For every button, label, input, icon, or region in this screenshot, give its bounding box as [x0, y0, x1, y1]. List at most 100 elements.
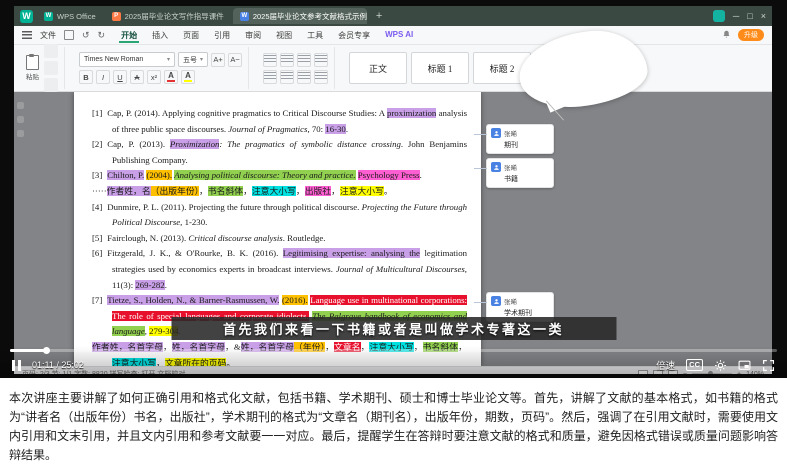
fullscreen-icon[interactable]: [762, 359, 775, 372]
style-标题1[interactable]: 标题 1: [411, 52, 469, 84]
window-tabs: W WPS Office P 2025届毕业论文写作指导课件 W2025届毕业论文参考文…: [37, 6, 367, 26]
numbering-icon[interactable]: [280, 53, 294, 67]
ribbon-tab-页面[interactable]: 页面: [181, 28, 201, 43]
save-icon[interactable]: [64, 30, 74, 40]
speed-button[interactable]: 倍速: [656, 358, 675, 372]
subtitle-overlay: 首先我们来看一下书籍或者是叫做学术专著这一类: [171, 317, 616, 340]
hamburger-icon[interactable]: [22, 31, 32, 39]
outdent-icon[interactable]: [314, 53, 328, 67]
wps-titlebar: W W WPS Office P 2025届毕业论文写作指导课件 W2025届毕业论文参…: [14, 6, 772, 26]
canvas-left-tools[interactable]: [17, 102, 24, 137]
close-button[interactable]: ×: [761, 11, 766, 21]
reference-number: [2]: [92, 139, 107, 149]
reference-item: [5]Fairclough, N. (2013). Critical disco…: [92, 231, 467, 247]
font-color-icon[interactable]: A: [164, 70, 178, 84]
undo-icon[interactable]: ↺: [82, 30, 90, 41]
settings-icon[interactable]: [714, 359, 727, 372]
align-right-icon[interactable]: [297, 70, 311, 84]
comment-card[interactable]: 张晞期刊: [486, 124, 554, 154]
increase-font-icon[interactable]: A+: [211, 53, 225, 67]
font-family-select[interactable]: Times New Roman▾: [79, 52, 175, 67]
ribbon-tab-会员专享[interactable]: 会员专享: [336, 28, 372, 43]
tab-label: WPS Office: [57, 12, 96, 21]
commenter-avatar-icon: [491, 296, 501, 306]
app-tab[interactable]: W WPS Office: [37, 8, 103, 24]
bell-icon[interactable]: [722, 30, 731, 41]
decrease-font-icon[interactable]: A−: [228, 53, 242, 67]
underline-icon[interactable]: U: [113, 70, 127, 84]
comment-author: 张晞: [504, 296, 517, 306]
reference-number: [1]: [92, 108, 107, 118]
ppt-file-icon: P: [112, 12, 121, 21]
reference-number: [3]: [92, 170, 107, 180]
comment-card[interactable]: 张晞书籍: [486, 158, 554, 188]
minimize-button[interactable]: ─: [733, 11, 739, 21]
cc-button[interactable]: CC: [686, 359, 703, 371]
ribbon-tab-插入[interactable]: 插入: [150, 28, 170, 43]
maximize-button[interactable]: □: [747, 11, 752, 21]
comment-text: 期刊: [491, 140, 549, 150]
bold-icon[interactable]: B: [79, 70, 93, 84]
indent-icon[interactable]: [297, 53, 311, 67]
reference-item: [6]Fitzgerald, J. K., & O'Rourke, B. K. …: [92, 246, 467, 293]
video-player[interactable]: W W WPS Office P 2025届毕业论文写作指导课件 W2025届毕业论文参…: [0, 0, 787, 378]
ribbon-tab-WPS AI[interactable]: WPS AI: [383, 28, 415, 43]
paragraph-group: [257, 47, 335, 89]
ribbon: 粘贴 Times New Roman▾ 五号▾: [14, 45, 772, 92]
highlight-color-icon[interactable]: A: [181, 70, 195, 84]
cut-icon[interactable]: [44, 44, 58, 58]
file-menu-button[interactable]: 文件: [40, 30, 56, 41]
reference-number: [4]: [92, 202, 107, 212]
reference-item: [1]Cap, P. (2014). Applying cognitive pr…: [92, 106, 467, 137]
reference-number: [6]: [92, 248, 107, 258]
paste-button[interactable]: 粘贴: [26, 55, 39, 81]
ribbon-tab-工具[interactable]: 工具: [305, 28, 325, 43]
italic-icon[interactable]: I: [96, 70, 110, 84]
upgrade-button[interactable]: 升级: [738, 29, 764, 41]
document-tab[interactable]: W2025届毕业论文参考文献格式示例×: [233, 8, 367, 24]
reference-item: [3]Chilton, P. (2004). Analysing politic…: [92, 168, 467, 184]
comment-text: 书籍: [491, 174, 549, 184]
ribbon-tab-视图[interactable]: 视图: [274, 28, 294, 43]
format-painter-icon[interactable]: [44, 78, 58, 92]
ribbon-tab-引用[interactable]: 引用: [212, 28, 232, 43]
align-center-icon[interactable]: [280, 70, 294, 84]
strikethrough-icon[interactable]: A: [130, 70, 144, 84]
pip-icon[interactable]: [738, 359, 751, 372]
style-gallery: 正文标题 1标题 2▴▾☰: [343, 47, 547, 89]
copy-icon[interactable]: [44, 61, 58, 75]
doc-file-icon: W: [240, 12, 249, 21]
reference-number: [7]: [92, 295, 107, 305]
style-正文[interactable]: 正文: [349, 52, 407, 84]
redo-icon[interactable]: ↻: [98, 30, 106, 41]
video-description: 本次讲座主要讲解了如何正确引用和格式化文献，包括书籍、学术期刊、硕士和博士毕业论…: [0, 378, 787, 473]
comment-author: 张晞: [504, 162, 517, 172]
wps-file-icon: W: [44, 12, 53, 21]
reference-item: [4]Dunmire, P. L. (2011). Projecting the…: [92, 200, 467, 231]
superscript-icon[interactable]: x²: [147, 70, 161, 84]
paste-icon: [26, 55, 39, 70]
font-group: Times New Roman▾ 五号▾ A+ A− B I U A x²: [73, 47, 249, 89]
pause-button[interactable]: [12, 360, 21, 371]
reference-number: [5]: [92, 233, 107, 243]
line-spacing-icon[interactable]: [314, 70, 328, 84]
comment-author: 张晞: [504, 128, 517, 138]
reference-item: [2]Cap, P. (2013). Proximization: The pr…: [92, 137, 467, 168]
page: W W WPS Office P 2025届毕业论文写作指导课件 W2025届毕业论文参…: [0, 0, 787, 473]
bullets-icon[interactable]: [263, 53, 277, 67]
commenter-avatar-icon: [491, 162, 501, 172]
commenter-avatar-icon: [491, 128, 501, 138]
ribbon-tab-开始[interactable]: 开始: [119, 28, 139, 43]
user-avatar[interactable]: [713, 10, 725, 22]
player-controls: 01:11 / 25:02 倍速 CC: [0, 346, 787, 378]
font-size-select[interactable]: 五号▾: [178, 52, 208, 67]
document-tab[interactable]: P 2025届毕业论文写作指导课件: [105, 8, 231, 24]
wps-logo-icon: W: [20, 10, 33, 23]
ribbon-tab-审阅[interactable]: 审阅: [243, 28, 263, 43]
align-left-icon[interactable]: [263, 70, 277, 84]
progress-knob[interactable]: [43, 347, 50, 354]
new-tab-button[interactable]: +: [371, 10, 387, 22]
progress-bar[interactable]: [10, 349, 777, 352]
menu-row: 文件 ↺ ↻ 开始插入页面引用审阅视图工具会员专享 WPS AI 升级: [14, 26, 772, 45]
tab-label: 2025届毕业论文写作指导课件: [125, 11, 224, 22]
